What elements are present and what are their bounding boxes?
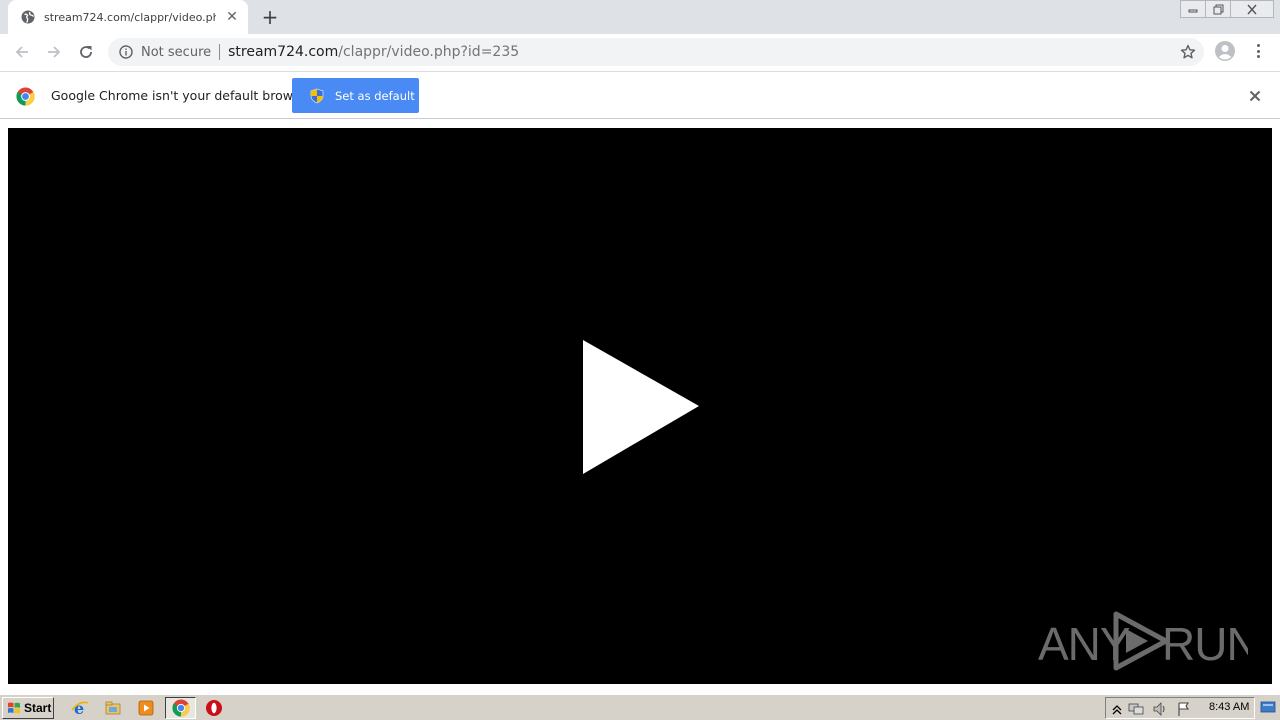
windows-taskbar: Start e 8:43 AM (0, 694, 1280, 720)
action-center-flag-icon[interactable] (1176, 701, 1192, 717)
omnibox-separator (219, 44, 221, 60)
anyrun-watermark-logo: ANY RUN (1038, 611, 1248, 671)
volume-icon[interactable] (1152, 701, 1168, 717)
page-content: ANY RUN (0, 120, 1280, 694)
chrome-menu-button[interactable] (1250, 42, 1266, 60)
taskbar-chrome-button[interactable] (165, 697, 196, 719)
window-close-button[interactable] (1230, 0, 1274, 18)
chrome-logo-icon (16, 87, 35, 106)
start-label: Start (24, 701, 52, 715)
show-desktop-icon[interactable] (1260, 699, 1276, 715)
tab-title: stream724.com/clappr/video.php?id=235 (44, 10, 216, 24)
menu-dot-icon (1256, 49, 1260, 53)
url-path[interactable]: /clappr/video.php?id=235 (338, 44, 519, 60)
tab-strip: stream724.com/clappr/video.php?id=235 ✕ … (0, 0, 1280, 34)
address-bar[interactable]: Not secure stream724.com/clappr/video.ph… (108, 38, 1204, 66)
set-as-default-label: Set as default (335, 88, 415, 103)
chrome-icon (172, 699, 190, 717)
video-player[interactable]: ANY RUN (8, 128, 1272, 684)
new-tab-button[interactable]: + (258, 6, 282, 28)
windows-explorer-icon[interactable] (104, 699, 122, 717)
url-host[interactable]: stream724.com (228, 44, 338, 60)
infobar-message: Google Chrome isn't your default browser (51, 88, 313, 103)
profile-avatar-icon[interactable] (1214, 40, 1236, 62)
minimize-button[interactable] (1180, 0, 1206, 18)
media-player-icon[interactable] (137, 699, 155, 717)
minimize-icon (1188, 9, 1198, 13)
watermark-run-text: RUN (1162, 618, 1248, 670)
internet-explorer-icon[interactable]: e (71, 699, 89, 717)
shield-icon (310, 88, 324, 103)
reload-button[interactable] (72, 38, 100, 66)
browser-tab-active[interactable]: stream724.com/clappr/video.php?id=235 ✕ (8, 0, 248, 34)
security-status-label[interactable]: Not secure (141, 45, 211, 60)
default-browser-infobar: Google Chrome isn't your default browser… (0, 71, 1280, 119)
set-as-default-button[interactable]: Set as default (292, 78, 419, 113)
start-button[interactable]: Start (2, 697, 54, 719)
bookmark-star-icon[interactable] (1180, 44, 1196, 60)
opera-icon[interactable] (205, 699, 223, 717)
network-icon[interactable] (1128, 701, 1144, 717)
browser-toolbar: Not secure stream724.com/clappr/video.ph… (0, 34, 1280, 70)
forward-button[interactable] (40, 38, 68, 66)
back-button[interactable] (8, 38, 36, 66)
tab-close-icon[interactable]: ✕ (224, 9, 240, 25)
restore-icon (1213, 4, 1223, 14)
reload-icon (80, 46, 92, 58)
arrow-right-icon (48, 46, 61, 58)
play-icon[interactable] (583, 340, 699, 474)
info-icon[interactable] (118, 44, 134, 60)
arrow-left-icon (15, 46, 28, 58)
globe-icon (20, 9, 36, 25)
show-hidden-icons-icon[interactable] (1109, 701, 1125, 717)
menu-dot-icon (1256, 55, 1260, 58)
window-close-icon (1247, 4, 1257, 14)
menu-dot-icon (1256, 44, 1260, 47)
restore-button[interactable] (1205, 0, 1231, 18)
window-controls (1180, 0, 1274, 18)
windows-logo-icon (8, 702, 20, 714)
infobar-close-icon[interactable] (1247, 88, 1263, 104)
taskbar-clock[interactable]: 8:43 AM (1209, 701, 1249, 713)
